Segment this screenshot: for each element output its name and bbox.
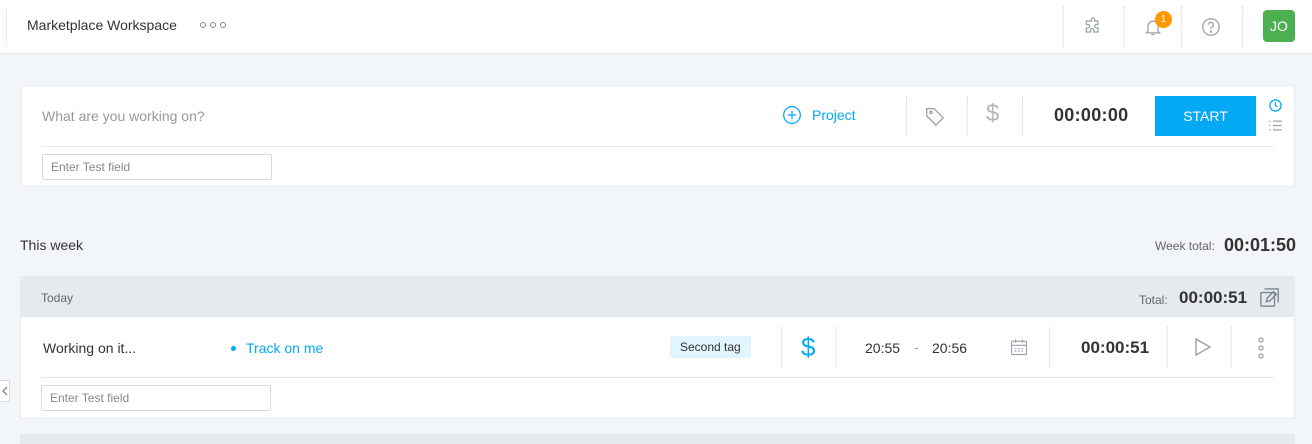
tracker-divider (967, 96, 968, 136)
day-total-label: Total: (1139, 293, 1168, 307)
start-button[interactable]: START (1155, 96, 1256, 136)
time-tracker-card: Project $ 00:00:00 START (21, 85, 1295, 187)
entry-tag[interactable]: Second tag (670, 336, 751, 358)
sidebar-toggle[interactable] (0, 380, 10, 402)
project-button-label: Project (812, 107, 856, 123)
entry-duration[interactable]: 00:00:51 (1081, 338, 1149, 358)
entry-divider (836, 327, 837, 367)
list-icon[interactable] (1268, 119, 1283, 137)
calendar-icon[interactable] (1009, 337, 1029, 362)
week-title: This week (20, 237, 84, 253)
day-group: Today Total: 00:00:51 Working on it... T… (20, 276, 1295, 419)
top-bar: Marketplace Workspace 1 JO (0, 0, 1312, 54)
tracker-divider (1022, 96, 1023, 136)
avatar[interactable]: JO (1263, 10, 1295, 42)
description-input[interactable] (42, 103, 642, 129)
tag-icon[interactable] (924, 105, 946, 132)
time-separator: - (914, 339, 919, 355)
chevron-left-icon (1, 386, 7, 396)
entry-description[interactable]: Working on it... (43, 340, 136, 356)
entry-divider (41, 377, 1274, 378)
puzzle-icon[interactable] (1078, 12, 1108, 42)
entry-divider (781, 327, 782, 367)
notification-badge: 1 (1155, 11, 1172, 28)
custom-field-input[interactable] (42, 154, 272, 180)
topbar-divider (1063, 6, 1064, 48)
entry-divider (1167, 327, 1168, 367)
tracker-divider (906, 96, 907, 136)
tracker-divider (42, 146, 1275, 147)
project-picker-button[interactable]: Project (782, 105, 856, 125)
more-horizontal-icon[interactable] (200, 18, 226, 32)
help-icon[interactable] (1196, 12, 1226, 42)
next-day-group-header (20, 434, 1295, 444)
topbar-divider (6, 8, 7, 46)
billable-toggle-icon[interactable]: $ (986, 100, 999, 128)
week-total-value: 00:01:50 (1224, 235, 1297, 255)
topbar-divider (1242, 6, 1243, 48)
plus-circle-icon (783, 106, 801, 124)
project-color-dot (231, 345, 236, 351)
entry-divider (1049, 327, 1050, 367)
timer-display[interactable]: 00:00:00 (1054, 105, 1128, 126)
week-total-label: Week total: (1155, 239, 1215, 253)
more-vertical-icon[interactable] (1256, 336, 1266, 365)
entry-custom-field-input[interactable] (41, 385, 271, 411)
day-header: Today Total: 00:00:51 (21, 277, 1294, 317)
topbar-divider (1123, 6, 1124, 48)
day-total-value: 00:00:51 (1179, 288, 1248, 307)
topbar-divider (1181, 6, 1182, 48)
entry-start-time[interactable]: 20:55 (865, 340, 900, 356)
clock-icon[interactable] (1268, 98, 1283, 118)
entry-end-time[interactable]: 20:56 (932, 340, 967, 356)
day-label: Today (41, 291, 74, 305)
billable-icon[interactable]: $ (801, 332, 815, 363)
entry-divider (1231, 327, 1232, 367)
play-icon[interactable] (1194, 337, 1212, 362)
entry-project-label: Track on me (246, 340, 324, 356)
entry-project[interactable]: Track on me (231, 340, 323, 356)
bulk-edit-icon[interactable] (1259, 288, 1281, 313)
workspace-name[interactable]: Marketplace Workspace (27, 17, 177, 33)
